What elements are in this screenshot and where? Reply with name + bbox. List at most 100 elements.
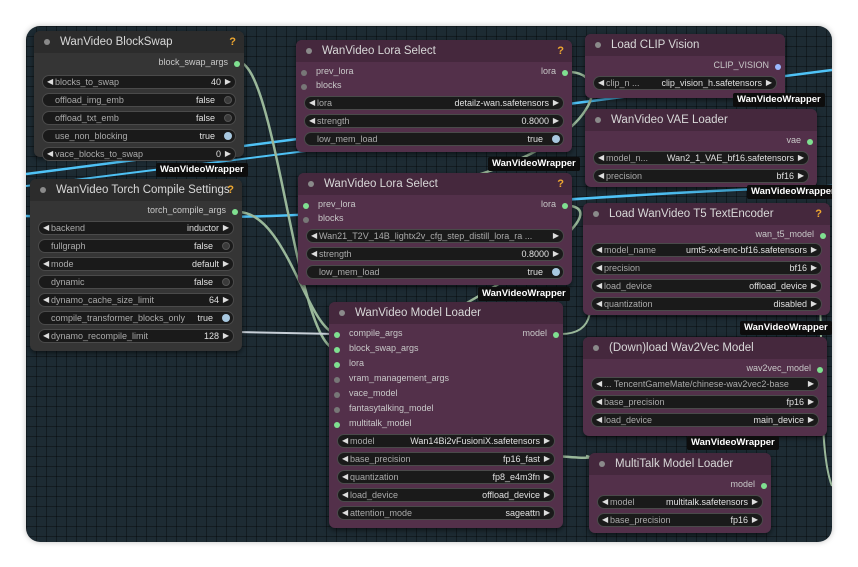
left-arrow-icon[interactable]: ◀ xyxy=(596,414,602,426)
widget-low-mem-load[interactable]: low_mem_load true xyxy=(304,132,564,146)
left-arrow-icon[interactable]: ◀ xyxy=(596,298,602,310)
output-slot[interactable] xyxy=(234,61,240,67)
right-arrow-icon[interactable]: ▶ xyxy=(223,222,229,234)
widget-precision[interactable]: ◀ precision bf16 ▶ xyxy=(593,169,809,183)
input-lora[interactable]: lora xyxy=(334,358,555,372)
left-arrow-icon[interactable]: ◀ xyxy=(598,170,604,182)
left-arrow-icon[interactable]: ◀ xyxy=(309,115,315,127)
right-arrow-icon[interactable]: ▶ xyxy=(223,258,229,270)
output-slot[interactable] xyxy=(775,64,781,70)
node-title[interactable]: WanVideo Lora Select? xyxy=(296,40,572,62)
input-blocks[interactable]: blocks xyxy=(301,80,564,94)
widget-lora[interactable]: ◀ lora detailz-wan.safetensors ▶ xyxy=(304,96,564,110)
widget-vace-blocks-to-swap[interactable]: ◀ vace_blocks_to_swap 0 ▶ xyxy=(42,147,236,161)
widget-base-precision[interactable]: ◀ base_precision fp16 ▶ xyxy=(591,395,819,409)
right-arrow-icon[interactable]: ▶ xyxy=(808,378,814,390)
output-block-swap-args[interactable]: block_swap_args xyxy=(42,57,240,71)
node-graph-canvas[interactable]: WanVideo BlockSwap? block_swap_args ◀ blo… xyxy=(26,26,832,542)
right-arrow-icon[interactable]: ▶ xyxy=(808,396,814,408)
node-lora-select-2[interactable]: WanVideo Lora Select? prev_lora lora blo… xyxy=(298,173,572,285)
right-arrow-icon[interactable]: ▶ xyxy=(798,152,804,164)
right-arrow-icon[interactable]: ▶ xyxy=(808,414,814,426)
right-arrow-icon[interactable]: ▶ xyxy=(811,244,817,256)
widget-offload-txt-emb[interactable]: offload_txt_emb false xyxy=(42,111,236,125)
node-title[interactable]: (Down)load Wav2Vec Model xyxy=(583,337,827,359)
widget-model[interactable]: ◀ model Wan14Bi2vFusioniX.safetensors ▶ xyxy=(337,434,555,448)
help-icon[interactable]: ? xyxy=(557,173,564,195)
toggle-knob-icon[interactable] xyxy=(222,278,230,286)
widget-model-name[interactable]: ◀ model_name umt5-xxl-enc-bf16.safetensors… xyxy=(591,243,822,257)
widget-base-precision[interactable]: ◀ base_precision fp16 ▶ xyxy=(597,513,763,527)
input-slot[interactable] xyxy=(301,84,307,90)
left-arrow-icon[interactable]: ◀ xyxy=(602,496,608,508)
left-arrow-icon[interactable]: ◀ xyxy=(598,77,604,89)
output-wan-t5-model[interactable]: wan_t5_model xyxy=(591,229,826,243)
output-slot[interactable] xyxy=(817,367,823,373)
input-vram-management-args[interactable]: vram_management_args xyxy=(334,373,555,387)
node-torch-compile[interactable]: WanVideo Torch Compile Settings? torch_c… xyxy=(30,179,242,351)
left-arrow-icon[interactable]: ◀ xyxy=(596,280,602,292)
right-arrow-icon[interactable]: ▶ xyxy=(544,489,550,501)
toggle-knob-icon[interactable] xyxy=(552,268,560,276)
output-slot[interactable] xyxy=(761,483,767,489)
right-arrow-icon[interactable]: ▶ xyxy=(766,77,772,89)
right-arrow-icon[interactable]: ▶ xyxy=(223,294,229,306)
left-arrow-icon[interactable]: ◀ xyxy=(602,514,608,526)
right-arrow-icon[interactable]: ▶ xyxy=(225,76,231,88)
help-icon[interactable]: ? xyxy=(815,203,822,225)
widget-offload-img-emb[interactable]: offload_img_emb false xyxy=(42,93,236,107)
right-arrow-icon[interactable]: ▶ xyxy=(752,514,758,526)
input-slot[interactable] xyxy=(334,392,340,398)
widget-blocks-to-swap[interactable]: ◀ blocks_to_swap 40 ▶ xyxy=(42,75,236,89)
node-multitalk-loader[interactable]: MultiTalk Model Loader model ◀ model multi… xyxy=(589,453,771,533)
node-wav2vec-loader[interactable]: (Down)load Wav2Vec Model wav2vec_model ◀… xyxy=(583,337,827,436)
right-arrow-icon[interactable]: ▶ xyxy=(553,248,559,260)
node-title[interactable]: Load CLIP Vision xyxy=(585,34,785,56)
help-icon[interactable]: ? xyxy=(229,31,236,53)
left-arrow-icon[interactable]: ◀ xyxy=(342,489,348,501)
node-vae-loader[interactable]: WanVideo VAE Loader vae ◀ model_n... Wan2_… xyxy=(585,109,817,187)
right-arrow-icon[interactable]: ▶ xyxy=(544,507,550,519)
left-arrow-icon[interactable]: ◀ xyxy=(43,294,49,306)
right-arrow-icon[interactable]: ▶ xyxy=(811,298,817,310)
input-slot[interactable] xyxy=(334,377,340,383)
right-arrow-icon[interactable]: ▶ xyxy=(553,97,559,109)
collapse-dot-icon[interactable] xyxy=(306,48,312,54)
widget-dynamo-recompile-limit[interactable]: ◀ dynamo_recompile_limit 128 ▶ xyxy=(38,329,234,343)
collapse-dot-icon[interactable] xyxy=(593,211,599,217)
input-multitalk-model[interactable]: multitalk_model xyxy=(334,418,555,432)
node-title[interactable]: WanVideo Lora Select? xyxy=(298,173,572,195)
input-slot[interactable] xyxy=(334,422,340,428)
left-arrow-icon[interactable]: ◀ xyxy=(43,330,49,342)
output-torch-compile-args[interactable]: torch_compile_args xyxy=(38,205,238,219)
widget-model[interactable]: ◀... TencentGameMate/chinese-wav2vec2-ba… xyxy=(591,377,819,391)
help-icon[interactable]: ? xyxy=(227,179,234,201)
right-arrow-icon[interactable]: ▶ xyxy=(811,262,817,274)
input-slot[interactable] xyxy=(334,362,340,368)
right-arrow-icon[interactable]: ▶ xyxy=(544,471,550,483)
input-blocks[interactable]: blocks xyxy=(303,213,564,227)
widget-load-device[interactable]: ◀ load_device offload_device ▶ xyxy=(591,279,822,293)
input-slot[interactable] xyxy=(334,332,340,338)
toggle-knob-icon[interactable] xyxy=(222,242,230,250)
widget-compile-transformer-blocks-only[interactable]: compile_transformer_blocks_only true xyxy=(38,311,234,325)
input-slot[interactable] xyxy=(303,203,309,209)
left-arrow-icon[interactable]: ◀ xyxy=(309,97,315,109)
left-arrow-icon[interactable]: ◀ xyxy=(342,471,348,483)
left-arrow-icon[interactable]: ◀ xyxy=(342,453,348,465)
widget-use-non-blocking[interactable]: use_non_blocking true xyxy=(42,129,236,143)
widget-lora[interactable]: ◀ Wan21_T2V_14B_lightx2v_cfg_step_distill… xyxy=(306,229,564,243)
node-model-loader[interactable]: WanVideo Model Loader compile_args model… xyxy=(329,302,563,528)
output-slot[interactable] xyxy=(820,233,826,239)
widget-load-device[interactable]: ◀ load_device offload_device ▶ xyxy=(337,488,555,502)
right-arrow-icon[interactable]: ▶ xyxy=(553,230,559,242)
collapse-dot-icon[interactable] xyxy=(595,117,601,123)
node-title[interactable]: WanVideo Model Loader xyxy=(329,302,563,324)
left-arrow-icon[interactable]: ◀ xyxy=(596,262,602,274)
toggle-knob-icon[interactable] xyxy=(224,114,232,122)
node-title[interactable]: WanVideo VAE Loader xyxy=(585,109,817,131)
left-arrow-icon[interactable]: ◀ xyxy=(596,396,602,408)
right-arrow-icon[interactable]: ▶ xyxy=(553,115,559,127)
help-icon[interactable]: ? xyxy=(557,40,564,62)
left-arrow-icon[interactable]: ◀ xyxy=(47,148,53,160)
